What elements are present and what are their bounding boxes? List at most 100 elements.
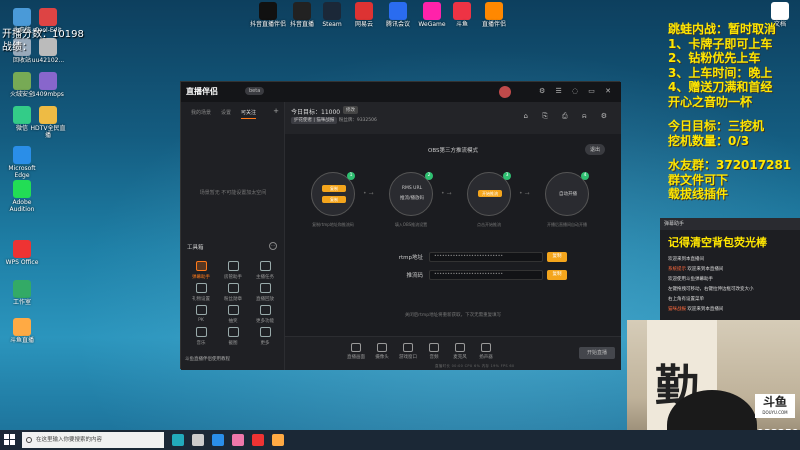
start-button[interactable] <box>4 434 16 446</box>
sidebar-tab[interactable]: 可关注 <box>241 110 257 119</box>
tool-item[interactable]: 更多功能 <box>249 305 281 324</box>
obs-step: 2 RMS URL 推流/播放码 <box>389 172 433 216</box>
step-number: 1 <box>347 172 355 180</box>
tool-item[interactable]: 礼物设置 <box>185 283 217 302</box>
avatar[interactable] <box>499 86 511 98</box>
desktop-icon-label: 1409mbps <box>32 91 64 98</box>
bottom-tool-icon <box>481 343 491 352</box>
tool-item[interactable]: 更多 <box>249 327 281 346</box>
tool-icon <box>259 305 271 315</box>
desktop-icon-image <box>293 2 311 20</box>
bottom-tool[interactable]: 直播画面 <box>343 343 369 360</box>
sidebar-tabs[interactable]: 我的场景 设置 可关注 <box>191 109 266 119</box>
stream-record: 战绩： <box>2 42 32 53</box>
desktop-icon[interactable]: 1409mbps <box>28 72 68 98</box>
bottom-tool[interactable]: 扬声器 <box>473 343 499 360</box>
taskbar-app-icon[interactable] <box>192 434 204 446</box>
tool-item[interactable]: 主播任务 <box>249 261 281 280</box>
tool-item[interactable]: 直播回放 <box>249 283 281 302</box>
step-number: 4 <box>581 172 589 180</box>
tutorial-link[interactable]: 斗鱼直播伴侣使用教程 <box>185 356 230 362</box>
desktop-icon[interactable]: WPS Office <box>2 240 42 266</box>
main-toolbar-icons[interactable]: ⌂ ⎘ ⎙ ⍾ ⚙ <box>524 112 613 121</box>
tool-item[interactable]: 房管助手 <box>217 261 249 280</box>
taskbar-app-icon[interactable] <box>272 434 284 446</box>
main-area: 今日目标：11000 修改 护花使者 | 猫咪战报 粉丝牌：9332506 ⌂ … <box>285 102 621 370</box>
start-live-button[interactable]: 开始直播 <box>579 347 615 359</box>
version-badge[interactable]: beta <box>245 87 265 95</box>
tool-item[interactable]: 粉丝勋章 <box>217 283 249 302</box>
tool-icon <box>195 327 207 337</box>
chat-header: 弹幕助手 <box>660 218 800 230</box>
tool-icon <box>227 283 239 293</box>
desktop-icon[interactable]: 斗鱼直播 <box>2 318 42 344</box>
scene-empty-text: 场景暂无 不可能设置加太空间 <box>199 190 267 196</box>
tool-label: 截图 <box>228 341 238 346</box>
step-chip: 开始推流 <box>478 190 502 197</box>
status-line: 直播时长 00:00 CPU 6% 内存 19% FPS 60 <box>435 364 515 368</box>
search-icon <box>26 437 32 443</box>
desktop-icon-label: 直播伴侣 <box>481 21 506 28</box>
obs-step: 4 自动开播 <box>545 172 589 216</box>
desktop-icon[interactable]: Adobe Audition <box>2 180 42 213</box>
desktop-icon[interactable]: Microsoft Edge <box>2 146 42 179</box>
desktop-icon[interactable]: HDTV全民直播 <box>28 106 68 139</box>
bottom-tool[interactable]: 麦克风 <box>447 343 473 360</box>
tool-icon <box>227 305 239 315</box>
step-copy-chip[interactable]: 复制 <box>322 185 346 192</box>
tool-label: 主播任务 <box>256 275 274 280</box>
field-input[interactable]: •••••••••••••••••••••••••• <box>429 252 543 262</box>
fan-info: 护花使者 | 猫咪战报 粉丝牌：9332506 <box>291 117 377 124</box>
notice-line: 4、赠送刀满和首经 <box>668 80 773 94</box>
douyu-logo-text: 斗鱼 <box>762 395 787 409</box>
douyu-logo: 斗鱼 DOUYU.COM <box>755 394 795 418</box>
desktop-icon[interactable]: 直播伴侣 <box>474 2 514 28</box>
bottom-tool[interactable]: 音频 <box>421 343 447 360</box>
more-icon[interactable]: ··· <box>269 242 277 250</box>
copy-button[interactable]: 复制 <box>547 252 567 262</box>
sidebar-tab[interactable]: 设置 <box>221 110 231 116</box>
arrow-icon: • → <box>363 190 374 197</box>
notice-line: 3、上车时间：晚上 <box>668 65 773 80</box>
taskbar-search[interactable]: 在这里输入你要搜索的内容 <box>22 432 164 448</box>
obs-step: 3 开始推流 <box>467 172 511 216</box>
taskbar-app-icon[interactable] <box>232 434 244 446</box>
desktop-icon-label: 工作室 <box>12 299 31 306</box>
tool-item[interactable]: 截图 <box>217 327 249 346</box>
sidebar-tab[interactable]: 我的场景 <box>191 110 211 116</box>
tool-label: 音乐 <box>196 341 206 346</box>
tool-item[interactable]: PK <box>185 305 217 323</box>
bottom-tool-icon <box>351 343 361 352</box>
desktop-icon-label: HDTV全民直播 <box>30 125 66 139</box>
desktop-icon[interactable]: 工作室 <box>2 280 42 306</box>
bottom-tool[interactable]: 游戏窗口 <box>395 343 421 360</box>
taskbar-app-icon[interactable] <box>212 434 224 446</box>
bottom-tool-label: 麦克风 <box>453 355 467 360</box>
chat-user: 系统提示 <box>668 267 686 272</box>
add-scene-icon[interactable]: + <box>273 107 279 115</box>
tool-label: 抽奖 <box>228 319 238 324</box>
field-input[interactable]: •••••••••••••••••••••••••• <box>429 270 543 280</box>
step-description: 填入OBS推流设置 <box>394 222 428 227</box>
chat-message: 欢迎来到本直播间 <box>668 256 704 262</box>
taskbar-app-icon[interactable] <box>172 434 184 446</box>
bottom-tool[interactable]: 摄像头 <box>369 343 395 360</box>
step-copy-chip[interactable]: 复制 <box>322 196 346 203</box>
desktop-icon[interactable]: uu42102... <box>28 38 68 64</box>
desktop-icon-image <box>13 240 31 258</box>
edit-goal-button[interactable]: 修改 <box>343 106 358 114</box>
copy-button[interactable]: 复制 <box>547 270 567 280</box>
tool-item[interactable]: 音乐 <box>185 327 217 346</box>
tool-item[interactable]: 弹幕助手 <box>185 261 217 280</box>
desktop-icon-label: 斗鱼直播 <box>9 337 34 344</box>
window-controls[interactable]: ⚙ ☰ ◌ ▭ ✕ <box>539 87 615 95</box>
taskbar-app-icon[interactable] <box>252 434 264 446</box>
desktop-icon-image <box>389 2 407 20</box>
tool-label: 直播回放 <box>256 297 274 302</box>
chat-text: 本直播间 <box>686 257 704 262</box>
tool-icon <box>195 305 207 315</box>
bottom-toolbar: 直播画面 摄像头 游戏窗口 音频 麦克风 扬声器 开始直播 直播时长 00:00 CPU … <box>285 336 621 370</box>
exit-button[interactable]: 退出 <box>585 144 606 155</box>
tool-item[interactable]: 抽奖 <box>217 305 249 324</box>
tool-label: 更多 <box>260 341 270 346</box>
